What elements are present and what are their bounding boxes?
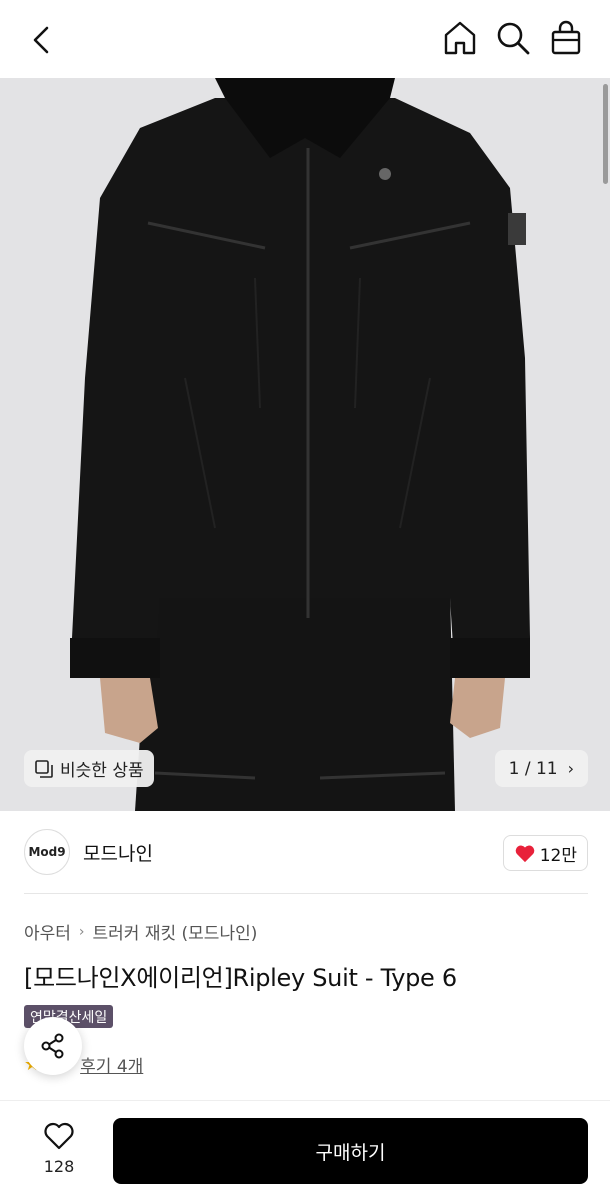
brand-logo[interactable]: Mod9 — [24, 829, 70, 875]
wishlist-count: 128 — [43, 1157, 75, 1176]
top-bar — [0, 0, 610, 78]
image-counter-label: 1 / 11 — [508, 758, 558, 779]
home-icon[interactable] — [440, 18, 480, 58]
breadcrumb: 아우터 › 트러커 재킷 (모드나인) — [24, 919, 258, 945]
chevron-right-icon: › — [567, 759, 574, 778]
similar-products-button[interactable]: 비슷한 상품 — [24, 750, 154, 787]
share-button[interactable] — [24, 1017, 82, 1075]
shopping-bag-icon[interactable] — [546, 18, 586, 58]
brand-like-button[interactable]: 12만 — [502, 835, 588, 871]
share-icon — [41, 1033, 64, 1059]
chevron-right-icon: › — [78, 923, 85, 940]
brand-row[interactable]: Mod9 모드나인 — [24, 829, 153, 875]
copy-icon — [35, 759, 53, 778]
product-image[interactable]: 비슷한 상품 1 / 11 › — [0, 78, 610, 811]
bottom-action-bar: 128 구매하기 — [0, 1100, 610, 1200]
product-title: [모드나인X에이리언]Ripley Suit - Type 6 — [24, 964, 457, 992]
heart-filled-icon — [515, 845, 534, 863]
similar-products-label: 비슷한 상품 — [60, 761, 144, 781]
scroll-indicator[interactable] — [603, 84, 608, 184]
wishlist-button[interactable]: 128 — [30, 1121, 88, 1176]
buy-button[interactable]: 구매하기 — [113, 1118, 588, 1184]
heart-outline-icon — [44, 1122, 74, 1150]
review-link[interactable]: 후기 4개 — [80, 1052, 143, 1077]
brand-name[interactable]: 모드나인 — [83, 839, 153, 866]
breadcrumb-item-trucker-jacket[interactable]: 트러커 재킷 (모드나인) — [93, 919, 258, 944]
breadcrumb-item-outer[interactable]: 아우터 — [24, 919, 71, 944]
search-icon[interactable] — [493, 18, 533, 58]
jacket-photo — [0, 78, 610, 811]
image-counter-button[interactable]: 1 / 11 › — [494, 750, 588, 787]
divider — [24, 893, 588, 894]
back-chevron-left-icon[interactable] — [22, 20, 62, 60]
brand-like-count: 12만 — [539, 845, 577, 866]
